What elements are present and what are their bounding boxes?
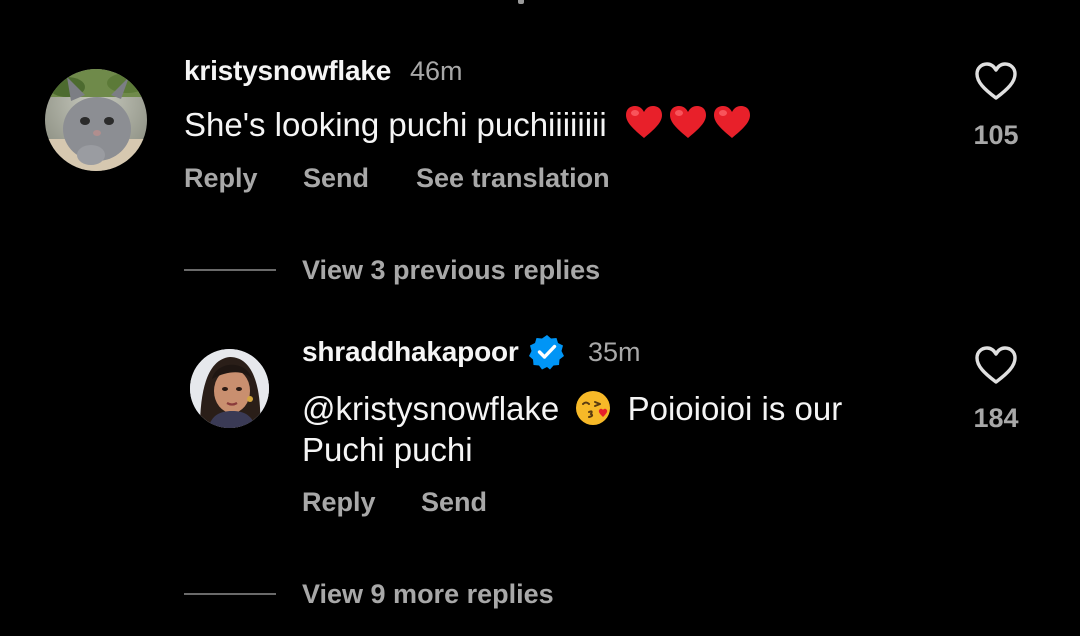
- send-button[interactable]: Send: [421, 487, 487, 518]
- comment-username[interactable]: kristysnowflake: [184, 55, 391, 87]
- view-more-replies-button[interactable]: View 9 more replies: [302, 579, 554, 610]
- comment-text: She's looking puchi puchiiiiiiii: [184, 104, 756, 145]
- reply-text-line2: Puchi puchi: [302, 431, 473, 468]
- reply-button[interactable]: Reply: [184, 163, 258, 194]
- red-heart-icon: [713, 106, 750, 138]
- heart-outline-icon[interactable]: [973, 344, 1019, 386]
- scroll-indicator: [518, 0, 524, 4]
- woman-avatar-image: [190, 349, 269, 428]
- like-count: 105: [973, 120, 1019, 150]
- heart-outline-icon[interactable]: [973, 60, 1019, 102]
- reply-time: 35m: [588, 337, 641, 367]
- verified-badge-icon: [529, 335, 564, 370]
- reply-button[interactable]: Reply: [302, 487, 376, 518]
- comment-time: 46m: [410, 56, 463, 86]
- avatar[interactable]: [190, 349, 269, 428]
- view-previous-replies-button[interactable]: View 3 previous replies: [302, 255, 600, 286]
- red-heart-icon: [625, 106, 662, 138]
- red-heart-icon: [669, 106, 706, 138]
- avatar[interactable]: [45, 69, 147, 171]
- reply-body: Poioioioi is our: [627, 390, 843, 427]
- see-translation-button[interactable]: See translation: [416, 163, 610, 194]
- comments-screen: kristysnowflake 46m She's looking puchi …: [0, 0, 1080, 636]
- comment-body: She's looking puchi puchiiiiiiii: [184, 106, 607, 143]
- reply-text-line1: @kristysnowflake Poioioioi is our: [302, 388, 842, 429]
- like-count: 184: [973, 403, 1019, 433]
- thread-divider: [184, 269, 276, 271]
- face-blowing-kiss-icon: [576, 391, 611, 425]
- send-button[interactable]: Send: [303, 163, 369, 194]
- cat-avatar-image: [45, 69, 147, 171]
- mention-link[interactable]: @kristysnowflake: [302, 390, 559, 427]
- thread-divider: [184, 593, 276, 595]
- heart-emojis: [624, 106, 756, 143]
- reply-username[interactable]: shraddhakapoor: [302, 336, 519, 368]
